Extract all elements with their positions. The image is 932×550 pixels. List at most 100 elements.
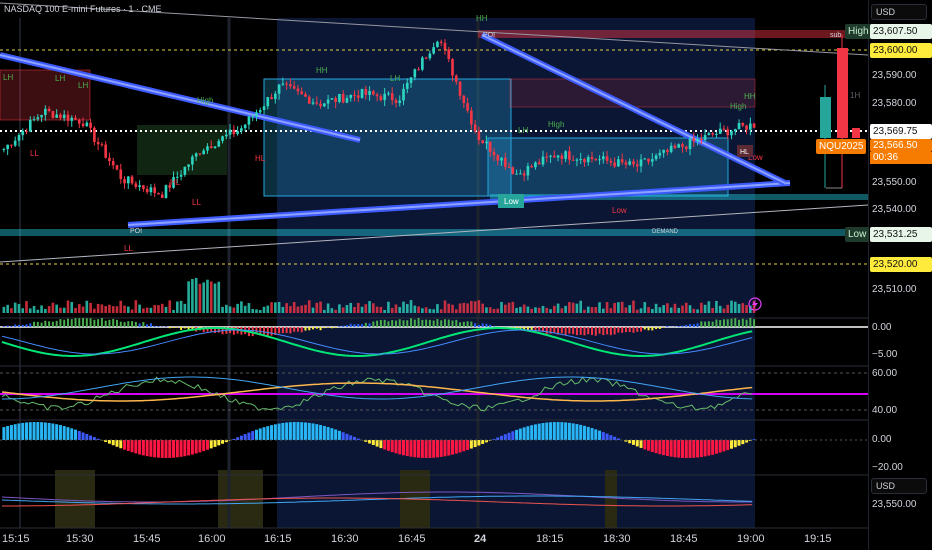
volume-bar bbox=[609, 308, 613, 313]
histogram-bar bbox=[556, 422, 560, 440]
pane1-bar bbox=[315, 327, 318, 329]
pane1-bar bbox=[17, 324, 20, 327]
pane1-bar bbox=[361, 324, 364, 327]
volume-bar bbox=[326, 303, 330, 313]
pane1-bar bbox=[127, 321, 130, 327]
candle-body bbox=[266, 97, 270, 107]
histogram-bar bbox=[153, 440, 157, 458]
volume-bar bbox=[477, 300, 481, 313]
histogram-bar bbox=[398, 440, 402, 455]
histogram-bar bbox=[156, 440, 160, 458]
volume-bar bbox=[707, 301, 711, 313]
candle-body bbox=[228, 129, 232, 135]
currency-selector[interactable]: USD bbox=[871, 4, 927, 20]
level-520-tag: 23,520.00 bbox=[870, 257, 932, 272]
chart-canvas[interactable]: HH HH HH LH LH LH LH LH High High High L… bbox=[0, 0, 932, 550]
candle-body bbox=[285, 83, 288, 85]
volume-bar bbox=[726, 304, 730, 313]
volume-bar bbox=[345, 305, 349, 313]
volume-bar bbox=[36, 309, 40, 313]
histogram-bar bbox=[2, 427, 6, 440]
pane1-bar bbox=[677, 326, 680, 327]
volume-bar bbox=[654, 303, 658, 313]
pane1-bar bbox=[82, 318, 85, 327]
volume-bar bbox=[409, 300, 413, 313]
volume-bar bbox=[47, 306, 51, 313]
histogram-bar bbox=[190, 440, 194, 455]
current-price-tag: 23,569.75 bbox=[870, 124, 932, 139]
volume-bar bbox=[733, 301, 737, 313]
time-label-day: 24 bbox=[474, 533, 487, 545]
volume-bar bbox=[198, 283, 202, 313]
candle-body bbox=[752, 123, 756, 128]
pane1-bar bbox=[613, 327, 616, 335]
candle-body bbox=[315, 102, 319, 104]
countdown-tag: 00:36 bbox=[870, 152, 932, 164]
candle-body bbox=[209, 146, 213, 148]
volume-bar bbox=[673, 303, 677, 313]
pane1-bar bbox=[545, 327, 548, 334]
histogram-bar bbox=[179, 440, 183, 457]
histogram-bar bbox=[273, 424, 277, 440]
candle-body bbox=[428, 53, 432, 59]
candle-body bbox=[123, 179, 126, 184]
price-axis-label: 23,540.00 bbox=[872, 204, 917, 215]
pane1-bar bbox=[51, 321, 54, 327]
volume-bar bbox=[443, 300, 447, 313]
candle-body bbox=[741, 123, 745, 126]
pane1-bar bbox=[406, 320, 409, 327]
label-ll: LL bbox=[30, 149, 39, 158]
histogram-bar bbox=[322, 425, 326, 440]
volume-bar bbox=[115, 306, 119, 313]
pane4-currency[interactable]: USD bbox=[871, 478, 927, 494]
candle-body bbox=[232, 129, 236, 135]
candle-body bbox=[183, 166, 187, 175]
candle-body bbox=[718, 128, 722, 134]
volume-bar bbox=[62, 307, 66, 313]
histogram-bar bbox=[420, 440, 424, 458]
symbol-tag: NQU2025 bbox=[816, 139, 867, 154]
histogram-bar bbox=[288, 422, 292, 440]
pane1-bar bbox=[176, 327, 179, 328]
volume-bar bbox=[175, 301, 179, 313]
pane1-bar bbox=[594, 327, 597, 336]
pane1-bar bbox=[413, 319, 416, 327]
volume-bar bbox=[232, 307, 236, 313]
pane1-bar bbox=[647, 327, 650, 331]
pane1-bar bbox=[707, 321, 710, 327]
pane1-bar bbox=[63, 319, 66, 327]
histogram-bar bbox=[77, 431, 81, 440]
histogram-bar bbox=[469, 440, 473, 449]
histogram-bar bbox=[262, 427, 266, 440]
candle-body bbox=[240, 128, 243, 132]
volume-bar bbox=[70, 301, 74, 313]
high-tag-label: High bbox=[845, 24, 872, 39]
hl-flag-text: HL bbox=[740, 149, 749, 156]
histogram-bar bbox=[141, 440, 145, 456]
volume-bar bbox=[13, 302, 17, 313]
pane1-bar bbox=[738, 319, 741, 327]
candle-body bbox=[44, 108, 47, 116]
pane1-bar bbox=[722, 319, 725, 327]
volume-bar bbox=[315, 302, 319, 313]
label-low: Low bbox=[612, 206, 627, 215]
pane1-bar bbox=[304, 327, 307, 331]
histogram-bar bbox=[209, 440, 213, 449]
candle-body bbox=[703, 134, 707, 141]
pane1-bar bbox=[685, 324, 688, 327]
time-label: 15:15 bbox=[2, 533, 30, 545]
volume-bar bbox=[323, 309, 326, 313]
candle-body bbox=[417, 69, 420, 71]
candle-body bbox=[590, 156, 594, 160]
label-lh: LH bbox=[390, 74, 400, 83]
volume-bar bbox=[481, 303, 484, 313]
histogram-bar bbox=[134, 440, 138, 454]
pane1-bar bbox=[157, 325, 160, 327]
histogram-bar bbox=[658, 440, 662, 455]
histogram-bar bbox=[405, 440, 409, 457]
volume-bar bbox=[74, 307, 77, 313]
volume-bar bbox=[266, 305, 270, 313]
pane1-bar bbox=[357, 323, 360, 327]
candle-body bbox=[2, 149, 6, 151]
candle-body bbox=[477, 131, 481, 141]
